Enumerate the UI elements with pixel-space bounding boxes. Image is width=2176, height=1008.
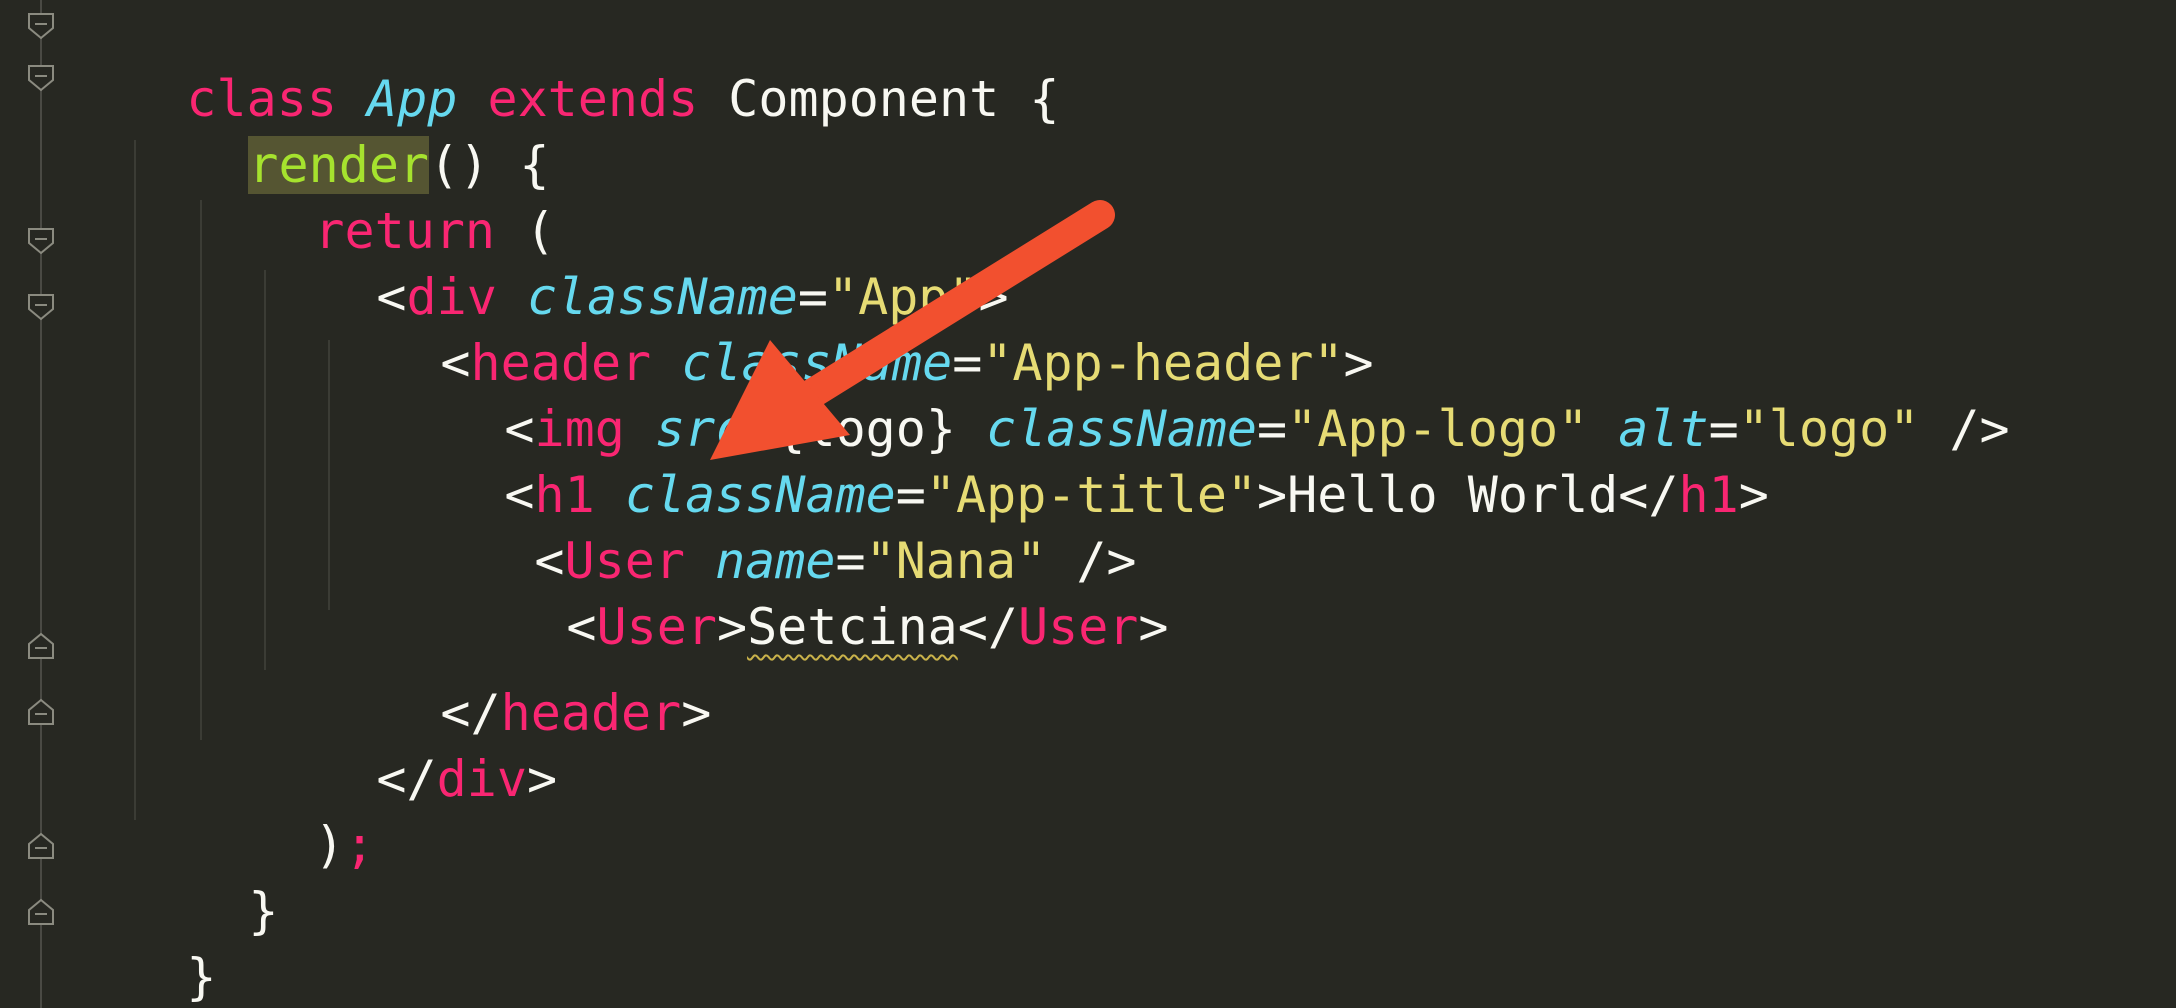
code-line-6[interactable]: <img src={logo} className="App-logo" alt… xyxy=(384,330,2009,458)
code-line-5[interactable]: <header className="App-header"> xyxy=(320,264,1373,392)
fold-close-icon[interactable] xyxy=(25,696,57,728)
tag-token: h1 xyxy=(1678,466,1739,524)
brace: } xyxy=(248,882,279,940)
brace: } xyxy=(186,948,217,1006)
fold-close-icon[interactable] xyxy=(25,630,57,662)
bracket: > xyxy=(681,684,712,742)
code-line-9[interactable]: <User>Setcina</User> xyxy=(446,528,1168,656)
code-text: Component { xyxy=(698,70,1060,128)
semicolon-token: ; xyxy=(344,816,375,874)
code-line-10[interactable]: </header> xyxy=(320,614,711,742)
bracket: > xyxy=(1138,598,1169,656)
paren: ) xyxy=(314,816,345,874)
bracket: /> xyxy=(1919,400,2010,458)
code-line-4[interactable]: <div className="App"> xyxy=(256,198,1008,326)
code-editor[interactable]: class App extends Component { render() {… xyxy=(0,0,2176,1008)
code-line-12[interactable]: ); xyxy=(194,746,374,874)
bracket: > xyxy=(1738,466,1769,524)
bracket: > xyxy=(526,750,558,808)
code-line-3[interactable]: return ( xyxy=(194,132,555,260)
fold-open-icon[interactable] xyxy=(25,225,57,257)
spellcheck-flagged-text: Setcina xyxy=(747,598,958,656)
code-line-2[interactable]: render() { xyxy=(128,66,549,194)
code-line-14[interactable]: } xyxy=(66,878,216,1006)
code-line-8[interactable]: <User name="Nana" /> xyxy=(414,462,1136,590)
fold-close-icon[interactable] xyxy=(25,896,57,928)
code-line-7[interactable]: <h1 className="App-title">Hello World</h… xyxy=(384,396,1768,524)
text-content: >Hello World</ xyxy=(1257,466,1679,524)
fold-open-icon[interactable] xyxy=(25,62,57,94)
code-line-13[interactable]: } xyxy=(128,812,278,940)
bracket: </ xyxy=(376,750,437,808)
fold-close-icon[interactable] xyxy=(25,830,57,862)
bracket: </ xyxy=(957,598,1018,656)
fold-open-icon[interactable] xyxy=(25,291,57,323)
bracket: > xyxy=(716,598,748,656)
tag-token: div xyxy=(436,750,527,808)
fold-open-icon[interactable] xyxy=(25,10,57,42)
code-line-1[interactable]: class App extends Component { xyxy=(66,0,1059,128)
tag-token: User xyxy=(1018,598,1139,656)
code-line-11[interactable]: </div> xyxy=(256,680,557,808)
